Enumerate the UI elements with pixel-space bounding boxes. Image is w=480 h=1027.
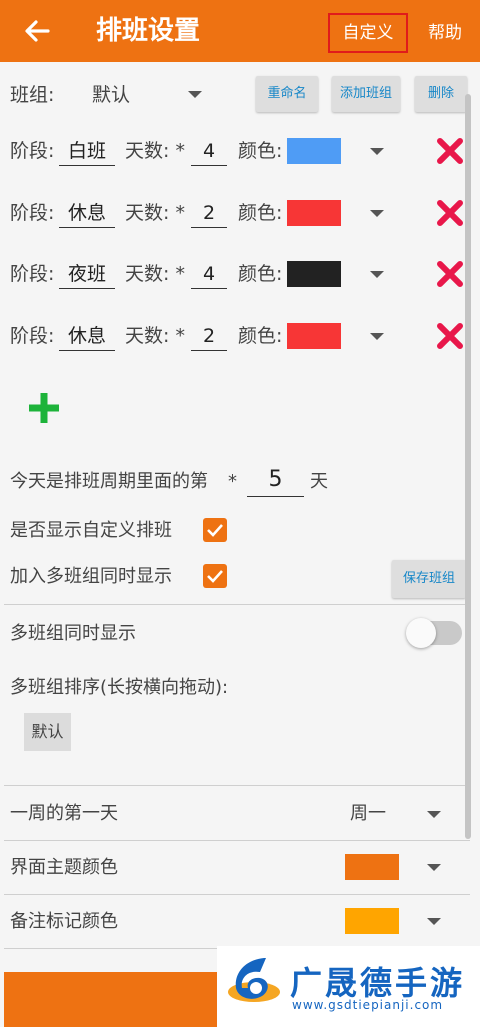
days-label: 天数: * [125, 140, 185, 162]
section-divider [4, 785, 470, 786]
cycle-required-star: * [228, 471, 237, 492]
multi-display-label: 多班组同时显示 [10, 623, 136, 644]
note-color-label: 备注标记颜色 [10, 911, 118, 932]
color-label: 颜色: [238, 325, 283, 347]
toggle-knob[interactable] [406, 618, 436, 648]
delete-stage-icon[interactable] [436, 199, 464, 227]
days-label: 天数: * [125, 202, 185, 224]
color-label: 颜色: [238, 202, 283, 224]
rename-button[interactable]: 重命名 [256, 76, 318, 112]
checkmark-icon [207, 524, 223, 537]
color-label: 颜色: [238, 140, 283, 162]
add-stage-plus-icon[interactable] [26, 390, 62, 426]
cycle-prefix-text: 今天是排班周期里面的第 [10, 471, 208, 492]
stage-label: 阶段: [10, 325, 55, 347]
color-label: 颜色: [238, 263, 283, 285]
cycle-suffix-text: 天 [310, 471, 328, 492]
days-label: 天数: * [125, 263, 185, 285]
checkmark-icon [207, 570, 223, 583]
color-swatch[interactable] [287, 323, 341, 349]
first-day-value[interactable]: 周一 [350, 802, 386, 826]
watermark-url: www.gsdtiepianji.com [292, 998, 444, 1012]
cycle-day-input[interactable]: 5 [247, 466, 304, 497]
section-divider [4, 840, 470, 841]
stage-name-input[interactable]: 休息 [59, 323, 115, 351]
delete-stage-icon[interactable] [436, 322, 464, 350]
color-dropdown-icon[interactable] [370, 210, 384, 217]
theme-color-swatch[interactable] [345, 854, 399, 880]
group-select-value[interactable]: 默认 [92, 82, 130, 108]
delete-group-button[interactable]: 删除 [415, 76, 467, 112]
color-swatch[interactable] [287, 138, 341, 164]
app-bar: 排班设置 自定义 帮助 [0, 0, 480, 62]
note-color-swatch[interactable] [345, 908, 399, 934]
back-arrow-icon[interactable] [22, 14, 52, 48]
multi-sort-label: 多班组排序(长按横向拖动): [10, 677, 229, 698]
note-color-dropdown-icon[interactable] [427, 918, 441, 925]
color-dropdown-icon[interactable] [370, 333, 384, 340]
delete-stage-icon[interactable] [436, 137, 464, 165]
show-custom-label: 是否显示自定义排班 [10, 520, 172, 541]
theme-color-label: 界面主题颜色 [10, 857, 118, 878]
first-day-label: 一周的第一天 [10, 803, 118, 824]
stage-name-input[interactable]: 白班 [59, 138, 115, 166]
stage-label: 阶段: [10, 263, 55, 285]
custom-button[interactable]: 自定义 [328, 13, 408, 53]
help-button[interactable]: 帮助 [428, 13, 462, 53]
join-multi-checkbox[interactable] [203, 564, 227, 588]
stage-name-input[interactable]: 休息 [59, 200, 115, 228]
group-dropdown-icon[interactable] [188, 91, 202, 98]
days-input[interactable]: 2 [191, 323, 227, 351]
days-label: 天数: * [125, 325, 185, 347]
days-input[interactable]: 4 [191, 261, 227, 289]
stage-label: 阶段: [10, 202, 55, 224]
color-dropdown-icon[interactable] [370, 148, 384, 155]
scrollbar[interactable] [465, 94, 471, 839]
color-swatch[interactable] [287, 200, 341, 226]
join-multi-label: 加入多班组同时显示 [10, 566, 172, 587]
color-dropdown-icon[interactable] [370, 271, 384, 278]
stage-label: 阶段: [10, 140, 55, 162]
delete-stage-icon[interactable] [436, 260, 464, 288]
sort-chip[interactable]: 默认 [24, 713, 71, 751]
first-day-dropdown-icon[interactable] [427, 811, 441, 818]
days-input[interactable]: 2 [191, 200, 227, 228]
save-group-button[interactable]: 保存班组 [392, 560, 466, 598]
page-title: 排班设置 [96, 16, 201, 46]
watermark-logo-icon [228, 958, 280, 1002]
stage-name-input[interactable]: 夜班 [59, 261, 115, 289]
show-custom-checkbox[interactable] [203, 518, 227, 542]
theme-color-dropdown-icon[interactable] [427, 864, 441, 871]
days-input[interactable]: 4 [191, 138, 227, 166]
section-divider [4, 894, 470, 895]
color-swatch[interactable] [287, 261, 341, 287]
section-divider [4, 604, 470, 605]
group-label: 班组: [10, 84, 55, 106]
add-group-button[interactable]: 添加班组 [332, 76, 400, 112]
